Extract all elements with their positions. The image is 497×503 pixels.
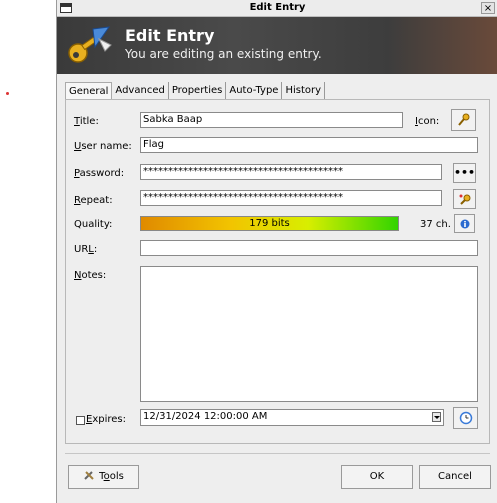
banner: Edit Entry You are editing an existing e…	[57, 17, 497, 74]
show-password-icon: •••	[454, 166, 476, 179]
tools-label: Tools	[99, 471, 124, 482]
tools-button[interactable]: Tools	[68, 465, 139, 489]
password-label: Password:	[74, 168, 125, 179]
password-input[interactable]: ****************************************	[140, 164, 442, 180]
expires-label: Expires:	[86, 414, 126, 425]
tab-advanced[interactable]: Advanced	[112, 82, 169, 99]
icon-picker-button[interactable]	[451, 109, 476, 131]
repeat-password-input[interactable]: ****************************************	[140, 190, 442, 206]
notes-textarea[interactable]	[140, 266, 478, 402]
close-icon[interactable]: ×	[481, 2, 495, 14]
ok-button[interactable]: OK	[341, 465, 413, 489]
icon-label: Icon:	[415, 116, 440, 127]
generate-password-icon	[459, 194, 470, 205]
quality-label: Quality:	[74, 219, 113, 230]
url-label: URL:	[74, 244, 98, 255]
tools-icon	[84, 471, 94, 480]
key-icon	[68, 26, 112, 63]
footer-separator	[65, 453, 490, 454]
expiry-date-value: 12/31/2024 12:00:00 AM	[143, 411, 268, 422]
tab-general[interactable]: General	[65, 82, 113, 100]
tab-history[interactable]: History	[282, 82, 326, 99]
info-icon	[460, 219, 469, 229]
tab-properties[interactable]: Properties	[169, 82, 227, 99]
titlebar: Edit Entry ×	[57, 0, 497, 17]
title-input[interactable]: Sabka Baap	[140, 112, 403, 128]
generate-password-button[interactable]	[453, 189, 476, 209]
expiry-presets-button[interactable]	[453, 407, 478, 429]
username-input[interactable]: Flag	[140, 137, 478, 153]
show-password-button[interactable]: •••	[453, 163, 476, 183]
quality-info-button[interactable]	[454, 214, 475, 233]
banner-subtitle: You are editing an existing entry.	[125, 47, 322, 61]
clock-icon	[459, 411, 472, 425]
url-input[interactable]	[140, 240, 478, 256]
repeat-label: Repeat:	[74, 195, 113, 206]
window-title: Edit Entry	[249, 2, 306, 13]
stray-dot	[6, 92, 9, 95]
tab-auto-type[interactable]: Auto-Type	[226, 82, 283, 99]
key-icon	[457, 113, 469, 126]
expires-checkbox[interactable]	[76, 416, 85, 425]
username-label: User name:	[74, 141, 132, 152]
chevron-down-icon[interactable]	[432, 412, 441, 422]
expiry-date-picker[interactable]: 12/31/2024 12:00:00 AM	[140, 409, 444, 426]
edit-entry-window: Edit Entry × Edit Entry You are editing …	[56, 0, 497, 503]
password-quality-bar: 179 bits	[140, 216, 399, 231]
notes-label: Notes:	[74, 270, 107, 281]
quality-chars: 37 ch.	[420, 219, 451, 230]
banner-title: Edit Entry	[125, 26, 215, 45]
cancel-button[interactable]: Cancel	[419, 465, 491, 489]
title-label: Title:	[74, 116, 99, 127]
tab-strip: General Advanced Properties Auto-Type Hi…	[65, 82, 326, 100]
